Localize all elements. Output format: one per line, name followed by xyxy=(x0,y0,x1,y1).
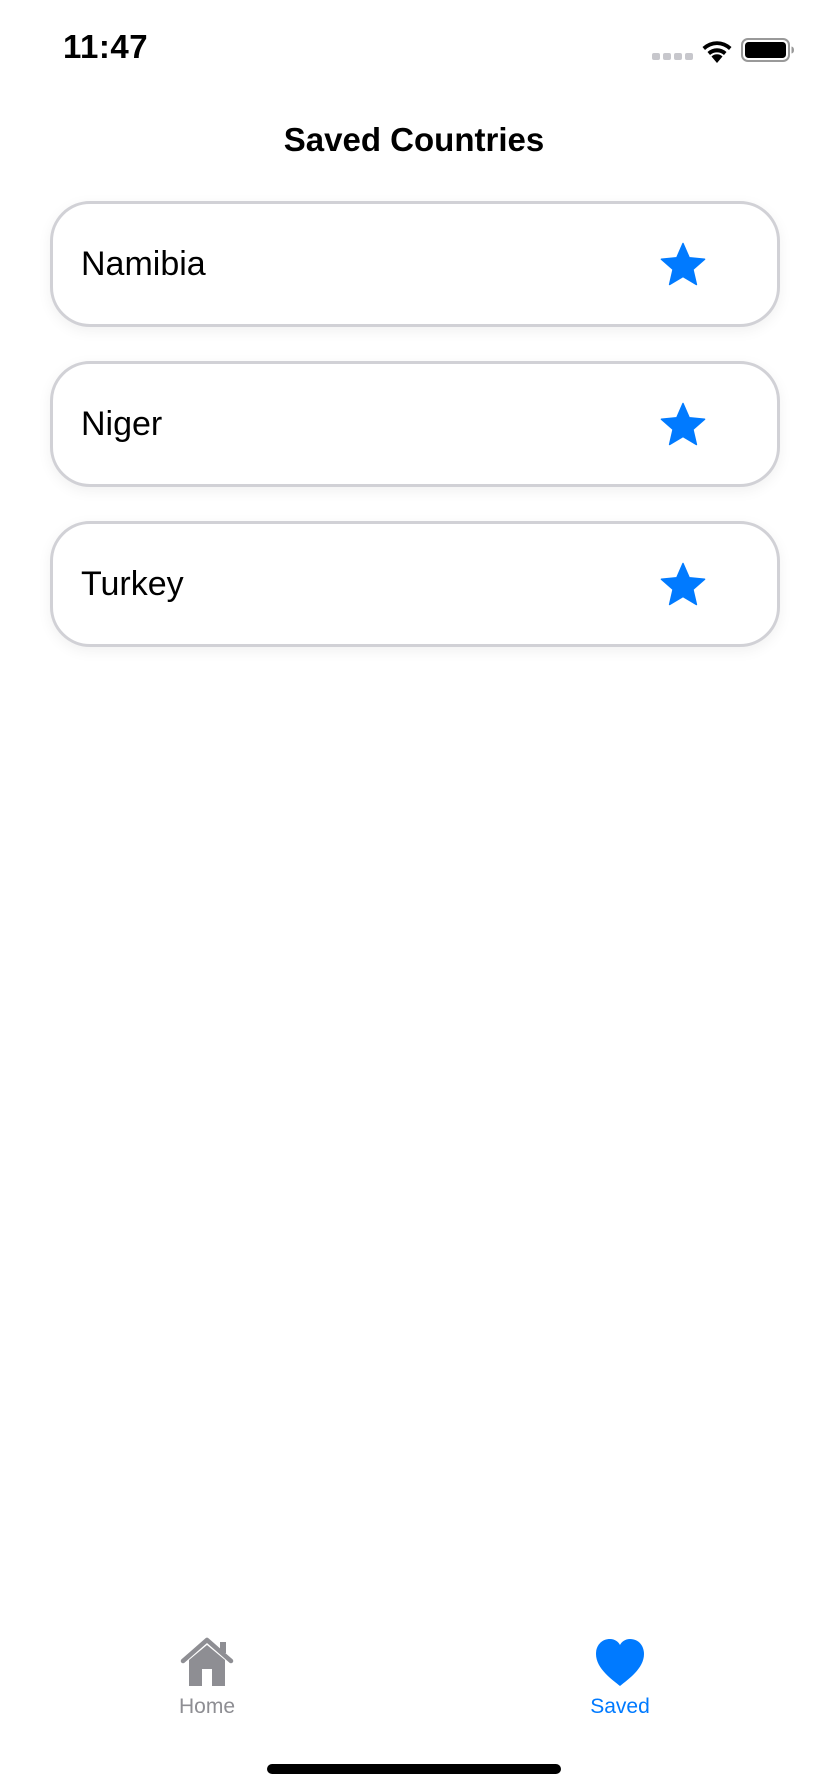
tab-label: Saved xyxy=(590,1695,650,1718)
heart-icon xyxy=(596,1639,644,1686)
country-card[interactable]: Turkey xyxy=(50,521,780,647)
battery-icon xyxy=(741,38,794,62)
status-time: 11:47 xyxy=(63,28,149,65)
country-card[interactable]: Namibia xyxy=(50,201,780,327)
tab-saved[interactable]: Saved xyxy=(540,1636,700,1720)
country-name: Turkey xyxy=(81,565,184,603)
page-title: Saved Countries xyxy=(283,121,545,158)
status-bar: 11:47 xyxy=(0,0,828,100)
star-icon[interactable] xyxy=(658,240,708,290)
country-card[interactable]: Niger xyxy=(50,361,780,487)
house-icon xyxy=(180,1637,234,1686)
star-icon[interactable] xyxy=(658,560,708,610)
country-name: Niger xyxy=(81,405,163,443)
home-indicator[interactable] xyxy=(267,1764,561,1774)
tab-bar: Home Saved xyxy=(0,1620,828,1730)
star-icon[interactable] xyxy=(658,400,708,450)
country-name: Namibia xyxy=(81,245,206,283)
tab-home[interactable]: Home xyxy=(127,1636,287,1720)
saved-countries-list: Namibia Niger Turkey xyxy=(40,195,780,691)
wifi-icon xyxy=(702,41,732,63)
cellular-signal-icon xyxy=(652,53,693,60)
tab-label: Home xyxy=(178,1695,236,1718)
